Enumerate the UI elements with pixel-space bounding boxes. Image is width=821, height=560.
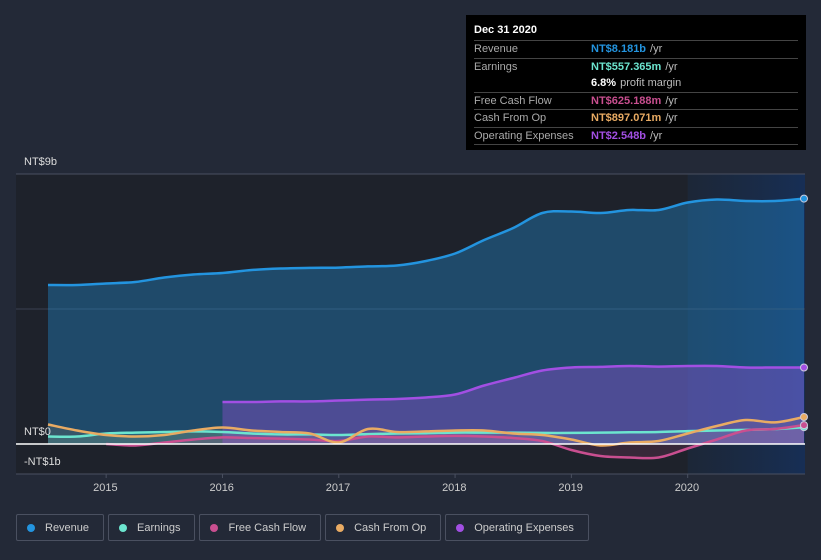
legend-item-earnings[interactable]: Earnings — [108, 514, 196, 541]
tooltip-row: 6.8% profit margin — [474, 75, 798, 93]
endpoint-operating-expenses[interactable] — [800, 363, 808, 372]
tooltip-unit: /yr — [650, 43, 663, 55]
tooltip-unit: /yr — [650, 129, 663, 142]
tooltip-value: NT$625.188m — [591, 94, 662, 107]
x-tick-label: 2019 — [558, 482, 583, 494]
tooltip-value: NT$8.181b — [591, 43, 647, 55]
legend: Revenue Earnings Free Cash Flow Cash From O… — [16, 514, 589, 541]
legend-dot-icon — [119, 523, 128, 532]
tooltip-value: 6.8% — [591, 77, 617, 89]
legend-label: Operating Expenses — [474, 521, 574, 534]
y-tick-label: -NT$1b — [24, 456, 61, 468]
tooltip-label: Cash From Op — [474, 112, 547, 124]
x-tick-label: 2018 — [442, 482, 467, 494]
endpoint-cash-from-op[interactable] — [800, 413, 808, 421]
tooltip-row: Free Cash Flow NT$625.188m/yr — [474, 93, 798, 110]
legend-dot-icon — [210, 523, 219, 532]
legend-item-revenue[interactable]: Revenue — [16, 514, 105, 541]
x-tick-label: 2020 — [674, 482, 700, 494]
tooltip-value: NT$2.548b — [591, 129, 647, 142]
tooltip-label: Operating Expenses — [474, 129, 574, 142]
legend-dot-icon — [456, 523, 465, 532]
tooltip-row: Operating Expenses NT$2.548b/yr — [474, 128, 798, 145]
y-tick-label: NT$0 — [24, 426, 51, 438]
legend-dot-icon — [27, 523, 35, 532]
tooltip-unit: /yr — [665, 112, 678, 124]
tooltip-date: Dec 31 2020 — [474, 21, 798, 41]
tooltip-row: Revenue NT$8.181b/yr — [474, 41, 798, 59]
legend-dot-icon — [336, 523, 345, 532]
tooltip: Dec 31 2020 Revenue NT$8.181b/yr Earnings N… — [466, 15, 806, 150]
tooltip-value: NT$897.071m — [591, 112, 662, 124]
legend-label: Cash From Op — [354, 521, 427, 534]
tooltip-row: Cash From Op NT$897.071m/yr — [474, 110, 798, 128]
y-tick-label: NT$9b — [24, 156, 58, 168]
tooltip-label: Revenue — [474, 43, 519, 55]
tooltip-unit: profit margin — [620, 77, 682, 89]
endpoint-free-cash-flow[interactable] — [800, 421, 808, 430]
legend-label: Revenue — [45, 521, 90, 534]
x-tick-label: 2015 — [93, 482, 118, 494]
legend-item-free-cash-flow[interactable]: Free Cash Flow — [199, 514, 322, 541]
legend-label: Earnings — [137, 521, 181, 534]
tooltip-label — [474, 75, 591, 92]
legend-item-cash-from-op[interactable]: Cash From Op — [325, 514, 442, 541]
tooltip-unit: /yr — [665, 94, 678, 107]
endpoint-revenue[interactable] — [800, 194, 808, 203]
x-tick-label: 2017 — [325, 482, 351, 494]
tooltip-row: Earnings NT$557.365m/yr — [474, 59, 798, 76]
legend-item-operating-expenses[interactable]: Operating Expenses — [445, 514, 589, 541]
tooltip-unit: /yr — [665, 60, 678, 73]
tooltip-value: NT$557.365m — [591, 60, 662, 73]
x-tick-label: 2016 — [209, 482, 234, 494]
tooltip-label: Earnings — [474, 60, 518, 73]
legend-label: Free Cash Flow — [228, 521, 307, 534]
tooltip-label: Free Cash Flow — [474, 94, 552, 107]
